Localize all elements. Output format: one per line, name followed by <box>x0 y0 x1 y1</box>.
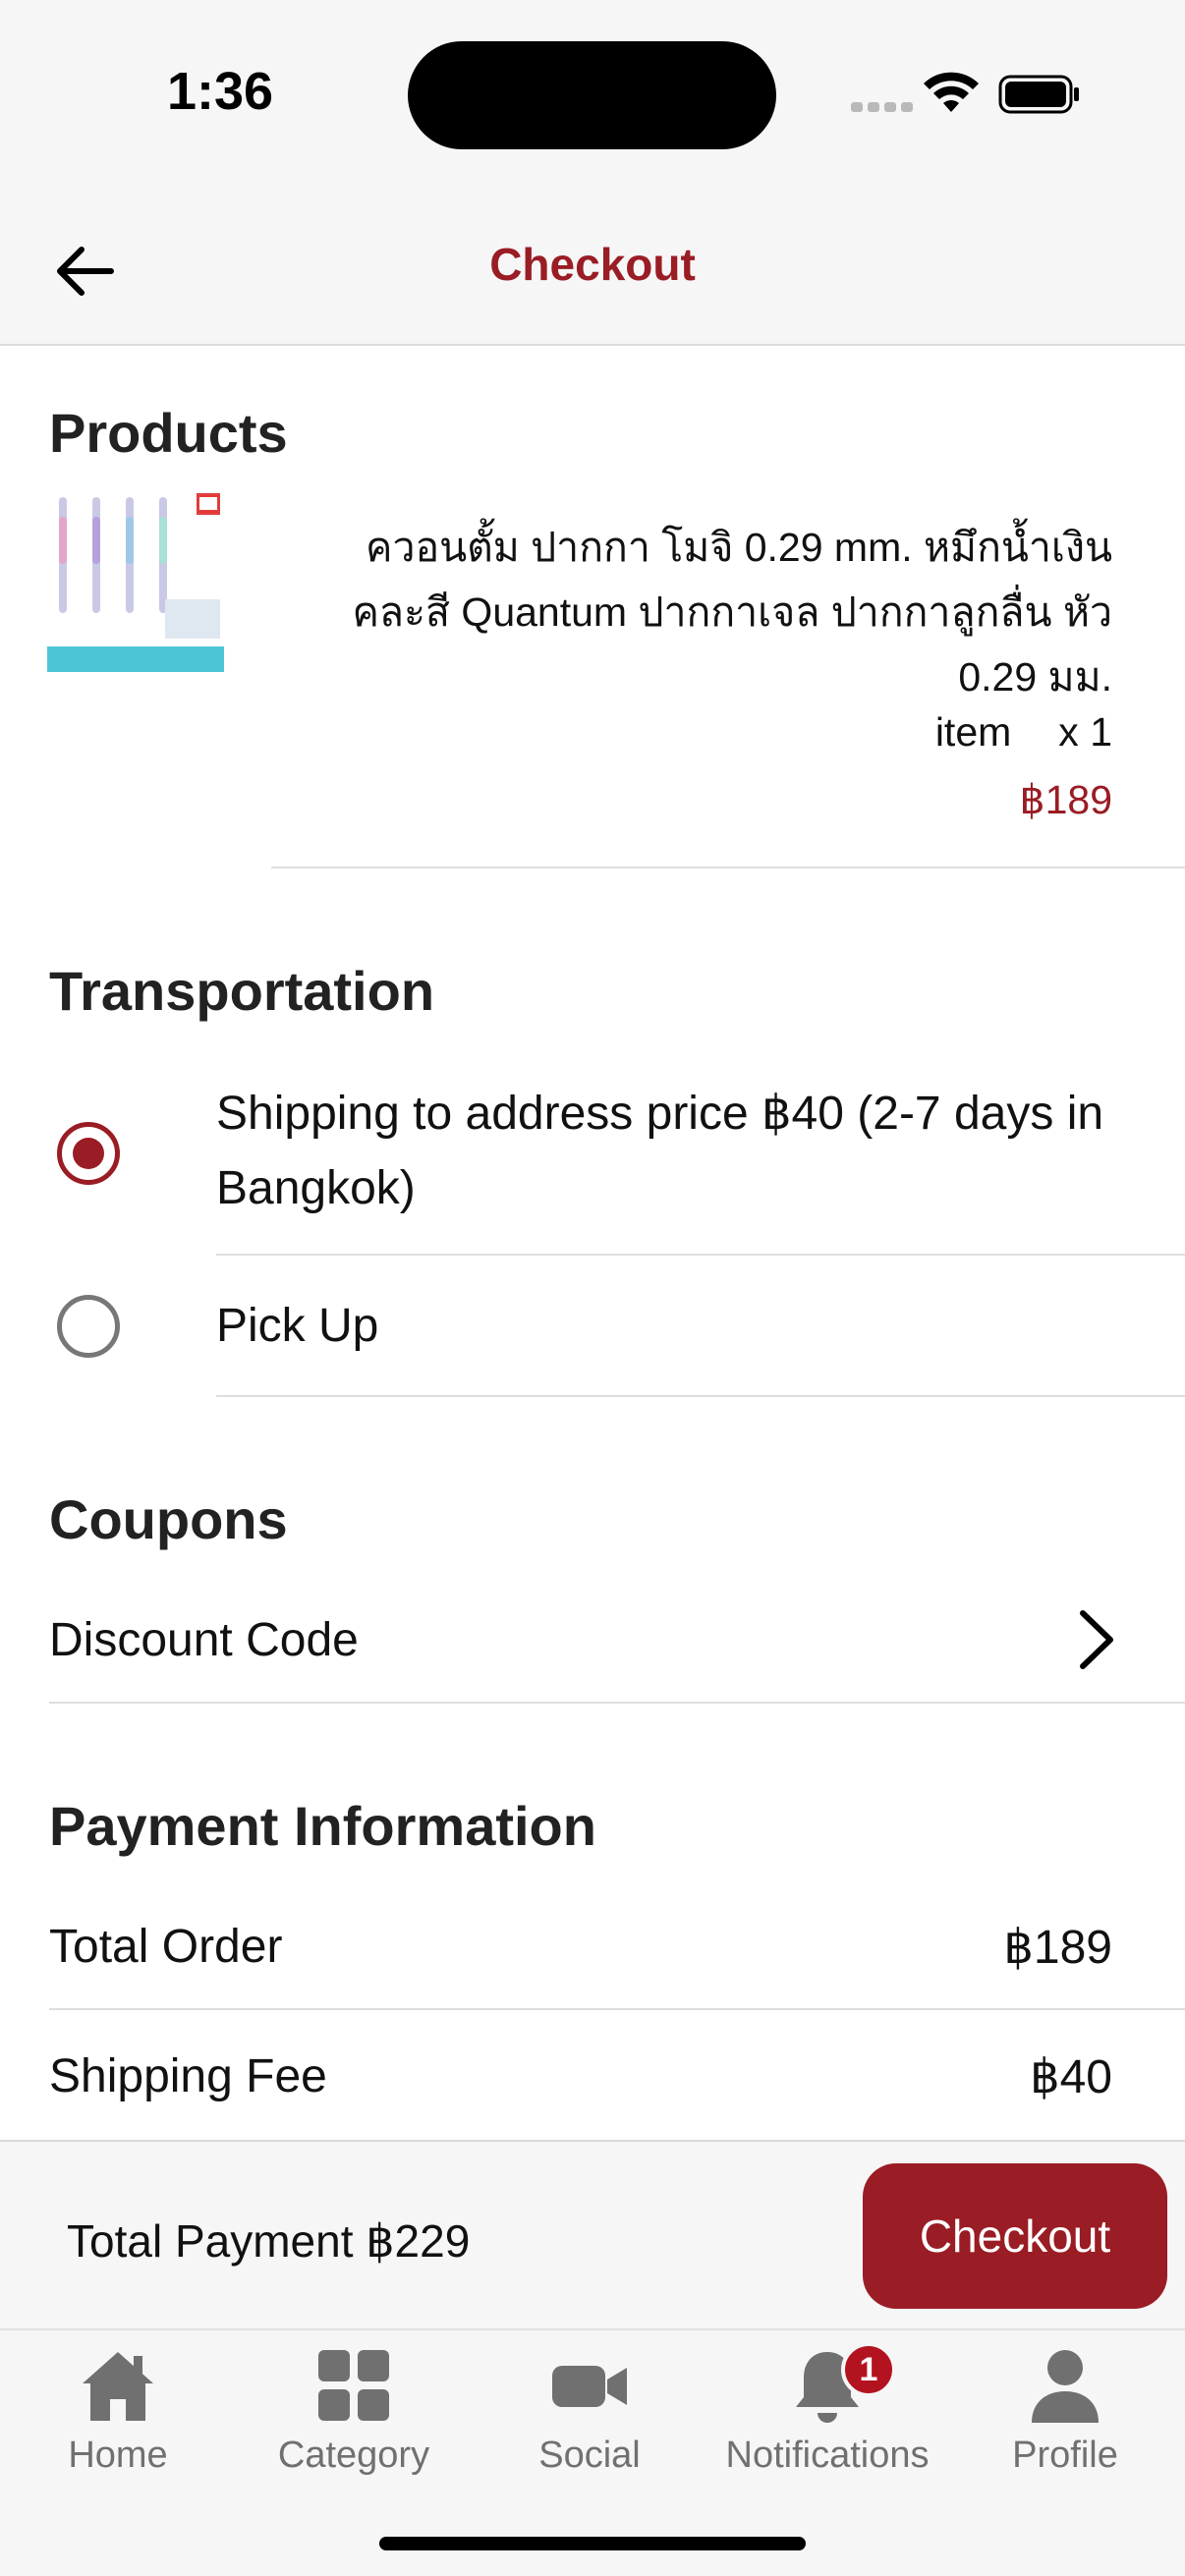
shipping-fee-label: Shipping Fee <box>49 2050 327 2102</box>
divider <box>49 2008 1185 2010</box>
product-price: ฿189 <box>1019 777 1113 822</box>
status-time: 1:36 <box>167 62 274 121</box>
tab-notifications-label: Notifications <box>725 2435 930 2476</box>
shipping-radio[interactable] <box>57 1122 120 1185</box>
product-thumbnail <box>47 491 224 672</box>
tab-social-label: Social <box>538 2435 641 2476</box>
divider <box>216 1395 1185 1397</box>
tab-profile[interactable]: Profile <box>947 2336 1183 2513</box>
video-camera-icon <box>552 2366 627 2407</box>
transportation-heading: Transportation <box>49 960 435 1022</box>
checkout-content: Products ควอนตั้ม ปากกา โมจิ 0.29 mm. หม… <box>0 346 1185 2140</box>
product-quantity-row: item x 1 <box>935 709 1112 756</box>
discount-code-label[interactable]: Discount Code <box>49 1613 359 1667</box>
house-icon <box>83 2352 153 2421</box>
product-name: ควอนตั้ม ปากกา โมจิ 0.29 mm. หมึกน้ำเงิน… <box>352 525 1112 700</box>
payment-heading: Payment Information <box>49 1795 596 1857</box>
notification-badge: 1 <box>841 2342 896 2397</box>
divider <box>271 867 1185 868</box>
status-bar: 1:36 <box>0 0 1185 187</box>
tab-home-label: Home <box>68 2435 168 2476</box>
shipping-option-label[interactable]: Shipping to address price ฿40 (2-7 days … <box>216 1077 1150 1226</box>
checkout-button[interactable]: Checkout <box>863 2163 1167 2309</box>
divider <box>49 1702 1185 1704</box>
grid-icon <box>318 2350 389 2421</box>
person-icon <box>1032 2350 1099 2423</box>
tab-social[interactable]: Social <box>472 2336 707 2513</box>
wifi-icon <box>924 72 979 112</box>
cellular-signal-icon <box>851 102 913 112</box>
tab-notifications[interactable]: 1 Notifications <box>709 2336 945 2513</box>
home-indicator <box>379 2537 806 2550</box>
product-unit-label: item <box>934 709 1012 755</box>
pickup-option-label[interactable]: Pick Up <box>216 1289 1150 1364</box>
product-quantity: x 1 <box>1058 709 1112 755</box>
checkout-bar: Total Payment ฿229 Checkout <box>0 2140 1185 2328</box>
page-title: Checkout <box>489 239 696 290</box>
total-order-value: ฿189 <box>1003 1922 1112 1974</box>
products-heading: Products <box>49 402 288 464</box>
total-payment: Total Payment ฿229 <box>67 2215 471 2267</box>
divider <box>216 1254 1185 1256</box>
chevron-right-icon[interactable] <box>1071 1605 1120 1674</box>
tab-category[interactable]: Category <box>236 2336 472 2513</box>
battery-icon <box>998 75 1079 114</box>
tab-category-label: Category <box>277 2435 430 2476</box>
dynamic-island <box>408 41 776 149</box>
tab-home[interactable]: Home <box>0 2336 236 2513</box>
total-order-label: Total Order <box>49 1921 283 1973</box>
shipping-fee-value: ฿40 <box>1030 2051 1112 2103</box>
tab-profile-label: Profile <box>1012 2435 1118 2476</box>
coupons-heading: Coupons <box>49 1488 288 1550</box>
pickup-radio[interactable] <box>57 1295 120 1358</box>
navigation-bar: Checkout <box>0 187 1185 346</box>
